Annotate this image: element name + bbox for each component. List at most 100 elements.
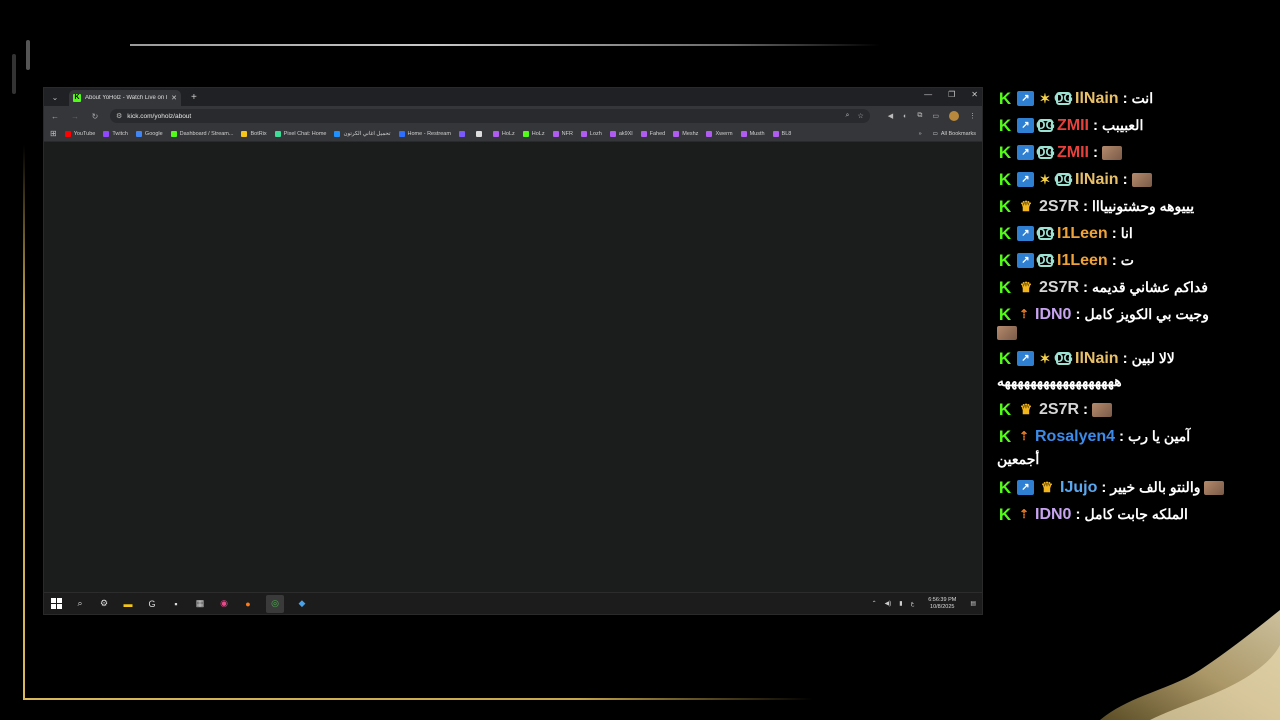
kick-favicon-icon: K: [73, 94, 81, 102]
bookmark-item[interactable]: Dashboard / Stream...: [170, 130, 233, 137]
rocket-badge-icon: ⇡: [1018, 429, 1030, 443]
bookmark-item[interactable]: HoLz: [522, 130, 545, 137]
bookmark-item[interactable]: HoLz: [492, 130, 515, 137]
bookmark-label: Pixel Chat: Home: [283, 130, 327, 137]
steam-icon[interactable]: ◆: [296, 598, 308, 610]
bookmark-item[interactable]: Twitch: [103, 130, 128, 137]
minimize-icon[interactable]: —: [924, 90, 932, 99]
kick-badge-icon: K: [998, 224, 1012, 243]
bookmark-item[interactable]: BL8: [772, 130, 791, 137]
chat-username[interactable]: ZMII: [1057, 141, 1089, 164]
bookmark-label: HoLz: [531, 130, 545, 137]
chat-username[interactable]: I1Leen: [1057, 249, 1108, 272]
bookmark-item[interactable]: Home - Restream: [398, 130, 451, 137]
bookmark-item[interactable]: NFR: [552, 130, 573, 137]
app-colorful-icon[interactable]: ◉: [218, 598, 230, 610]
bookmark-item[interactable]: Meshz: [673, 130, 698, 137]
tab-search-icon[interactable]: ⌄: [47, 90, 63, 104]
chat-username[interactable]: 2S7R: [1039, 398, 1079, 421]
chat-username[interactable]: 2S7R: [1039, 195, 1079, 218]
bookmark-item[interactable]: Fahed: [640, 130, 665, 137]
bookmark-item[interactable]: YouTube: [64, 130, 95, 137]
close-window-icon[interactable]: ✕: [971, 90, 978, 99]
bookmark-item[interactable]: تحميل اغاني الكرتون: [334, 130, 391, 137]
address-url[interactable]: kick.com/yoholz/about: [127, 113, 840, 120]
chat-text: لالا لبين: [1131, 350, 1175, 366]
star-badge-icon: ✶: [1039, 172, 1051, 187]
app-terminal-icon[interactable]: ▦: [194, 598, 206, 610]
notifications-icon[interactable]: ▤: [970, 600, 976, 607]
menu-kebab-icon[interactable]: ⋮: [969, 112, 976, 120]
chat-username[interactable]: I1Leen: [1057, 222, 1108, 245]
tray-chevron-up-icon[interactable]: ⌃: [872, 600, 877, 607]
chat-overlay: K ↗ ✶ OG IlNain: انت K ↗ OG ZMII: العبيبب K ↗ OG ZMII:…: [993, 87, 1278, 547]
boost-badge-icon: ↗: [1017, 91, 1034, 106]
bookmark-item[interactable]: Xwerm: [706, 130, 733, 137]
sidebar-icon[interactable]: ▭: [932, 112, 939, 120]
microphone-icon[interactable]: ▮: [899, 600, 902, 607]
bookmark-favicon-icon: [64, 130, 71, 137]
chat-separator: :: [1093, 144, 1098, 161]
search-icon[interactable]: ⌕: [74, 598, 86, 610]
chrome-icon[interactable]: ◎: [266, 594, 284, 613]
new-tab-icon[interactable]: +: [191, 92, 197, 103]
language-indicator[interactable]: ع: [911, 600, 915, 607]
chat-username[interactable]: IJujo: [1060, 476, 1097, 499]
site-info-icon[interactable]: ⚙: [116, 112, 122, 120]
bookmark-favicon-icon: [609, 130, 616, 137]
bookmark-item[interactable]: Lozh: [580, 130, 602, 137]
chat-username[interactable]: 2S7R: [1039, 276, 1079, 299]
bookmark-favicon-icon: [458, 130, 465, 137]
bookmark-star-icon[interactable]: ☆: [857, 112, 863, 120]
chevron-right-icon[interactable]: »: [919, 131, 922, 137]
windows-taskbar: ⌕ ⚙ ▬ G ▪ ▦ ◉ ● ◎ ◆ ⌃ ◀) ▮ ع 6:56:39 PM …: [44, 592, 982, 614]
bookmark-item[interactable]: Google: [135, 130, 163, 137]
app-media-icon[interactable]: ▪: [170, 598, 182, 610]
cast-icon[interactable]: ◐: [903, 113, 907, 120]
file-explorer-icon[interactable]: ▬: [122, 598, 134, 610]
bookmark-item[interactable]: BotRix: [241, 130, 267, 137]
profile-avatar[interactable]: [949, 111, 959, 121]
bookmark-item[interactable]: [458, 130, 468, 137]
kick-badge-icon: K: [998, 116, 1012, 135]
clock[interactable]: 6:56:39 PM 10/8/2025: [928, 597, 956, 611]
kick-badge-icon: K: [998, 478, 1012, 497]
boost-badge-icon: ↗: [1017, 145, 1034, 160]
app-g-icon[interactable]: G: [146, 598, 158, 610]
forward-icon[interactable]: →: [70, 112, 80, 121]
settings-gear-icon[interactable]: ⚙: [98, 598, 110, 610]
reload-icon[interactable]: ↻: [90, 112, 100, 121]
apps-grid-icon[interactable]: ⊞: [50, 129, 57, 138]
address-bar[interactable]: ⚙ kick.com/yoholz/about ⌕ ☆: [110, 109, 870, 123]
chat-username[interactable]: IlNain: [1075, 87, 1119, 110]
chat-username[interactable]: IlNain: [1075, 168, 1119, 191]
chat-separator: :: [1122, 350, 1128, 367]
bookmark-label: Google: [144, 130, 163, 137]
bookmark-favicon-icon: [398, 130, 405, 137]
chat-username[interactable]: ZMII: [1057, 114, 1089, 137]
bookmark-item[interactable]: [475, 130, 485, 137]
windows-start-icon[interactable]: [50, 598, 62, 610]
bookmarks-bar: ⊞ YouTube Twitch Google Dashboard / Stream.…: [44, 126, 982, 142]
all-bookmarks-button[interactable]: » ▭ All Bookmarks: [912, 126, 976, 141]
restore-icon[interactable]: ❐: [948, 90, 955, 99]
chat-username[interactable]: IDN0: [1035, 503, 1071, 526]
mute-tab-icon[interactable]: ◀: [888, 112, 893, 120]
boost-badge-icon: ↗: [1017, 351, 1034, 366]
chat-separator: :: [1122, 90, 1128, 107]
bookmark-item[interactable]: ak9Xl: [609, 130, 633, 137]
tab-close-icon[interactable]: ✕: [171, 94, 177, 102]
chat-username[interactable]: Rosalyen4: [1035, 425, 1115, 448]
bookmark-item[interactable]: Pixel Chat: Home: [274, 130, 327, 137]
chat-username[interactable]: IDN0: [1035, 303, 1071, 326]
chat-text-continued: أجمعين: [997, 451, 1040, 467]
chat-text: والنتو بالف خيير: [1110, 479, 1201, 495]
bookmark-item[interactable]: Musth: [740, 130, 765, 137]
back-icon[interactable]: ←: [50, 112, 60, 121]
extensions-icon[interactable]: ⧉: [917, 112, 922, 120]
chat-username[interactable]: IlNain: [1075, 347, 1119, 370]
firefox-icon[interactable]: ●: [242, 598, 254, 610]
zoom-icon[interactable]: ⌕: [846, 112, 850, 120]
volume-icon[interactable]: ◀): [885, 600, 892, 607]
tab-active[interactable]: K About YoHolz - Watch Live on Kick ✕: [69, 90, 181, 106]
